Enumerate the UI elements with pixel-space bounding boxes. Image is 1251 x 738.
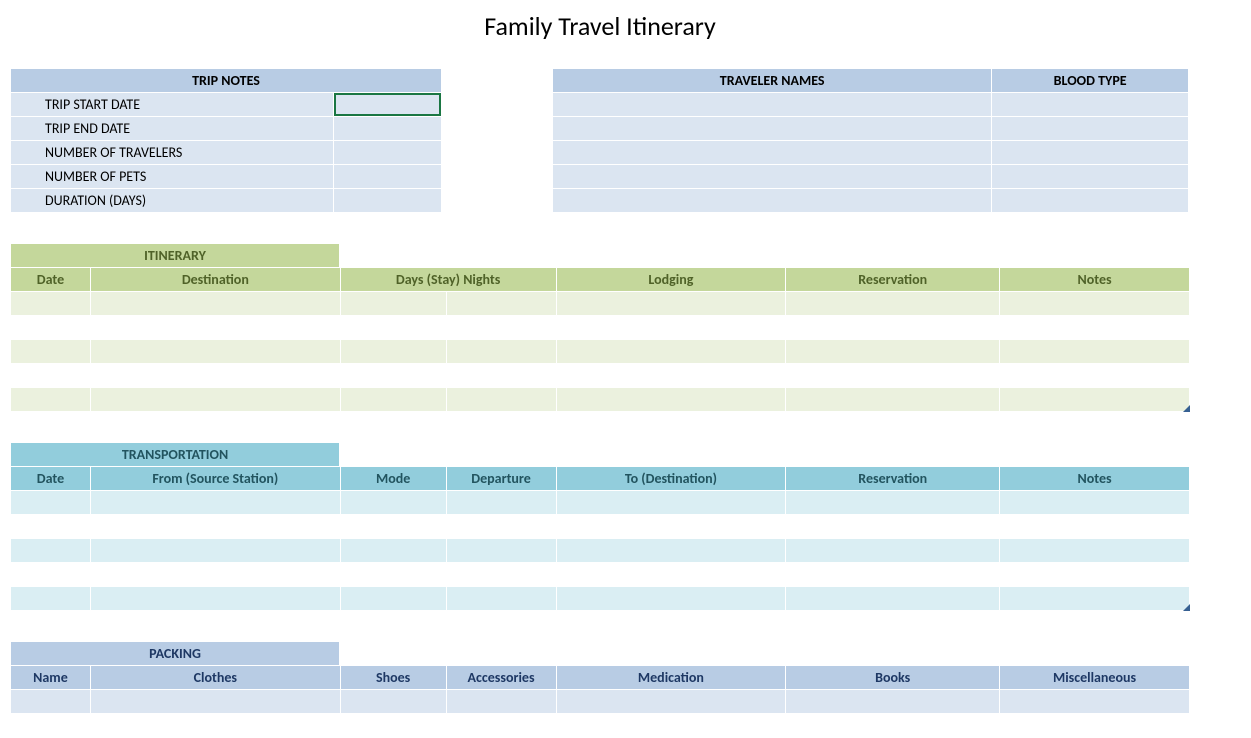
table-row xyxy=(553,189,1189,213)
trip-notes-label[interactable]: DURATION (DAYS) xyxy=(11,189,334,213)
traveler-name-cell[interactable] xyxy=(553,93,992,117)
table-row xyxy=(11,714,1190,738)
col-header: To (Destination) xyxy=(556,467,786,491)
itinerary-section: ITINERARY Date Destination Days (Stay) N… xyxy=(10,243,1190,412)
table-row: DURATION (DAYS) xyxy=(11,189,442,213)
table-row xyxy=(11,690,1190,714)
traveler-blood-cell[interactable] xyxy=(992,189,1189,213)
table-row xyxy=(11,515,1190,539)
table-row xyxy=(11,491,1190,515)
col-header: Date xyxy=(11,467,91,491)
table-row: NUMBER OF TRAVELERS xyxy=(11,141,442,165)
table-row: TRIP END DATE xyxy=(11,117,442,141)
col-header: Notes xyxy=(1000,467,1190,491)
travelers-table: TRAVELER NAMES BLOOD TYPE xyxy=(552,68,1189,213)
traveler-blood-cell[interactable] xyxy=(992,93,1189,117)
transportation-table: Date From (Source Station) Mode Departur… xyxy=(10,466,1190,611)
col-header: Medication xyxy=(556,666,786,690)
table-row xyxy=(11,364,1190,388)
trip-notes-label[interactable]: TRIP END DATE xyxy=(11,117,334,141)
table-row xyxy=(553,93,1189,117)
itinerary-table: Date Destination Days (Stay) Nights Lodg… xyxy=(10,267,1190,412)
table-row xyxy=(553,117,1189,141)
transportation-section: TRANSPORTATION Date From (Source Station… xyxy=(10,442,1190,611)
packing-table: Name Clothes Shoes Accessories Medicatio… xyxy=(10,665,1190,738)
col-header: Accessories xyxy=(446,666,556,690)
trip-notes-label[interactable]: TRIP START DATE xyxy=(11,93,334,117)
col-header: Shoes xyxy=(340,666,446,690)
col-header: Reservation xyxy=(786,467,1000,491)
traveler-name-cell[interactable] xyxy=(553,189,992,213)
packing-section: PACKING Name Clothes Shoes Accessories M… xyxy=(10,641,1190,738)
table-row xyxy=(11,587,1190,611)
transportation-title: TRANSPORTATION xyxy=(10,442,340,466)
trip-notes-label[interactable]: NUMBER OF TRAVELERS xyxy=(11,141,334,165)
table-row xyxy=(11,539,1190,563)
col-header: Reservation xyxy=(786,268,1000,292)
col-header: Lodging xyxy=(556,268,786,292)
table-row: NUMBER OF PETS xyxy=(11,165,442,189)
trip-notes-value[interactable] xyxy=(334,141,442,165)
table-row xyxy=(553,165,1189,189)
table-row xyxy=(11,563,1190,587)
col-header: Clothes xyxy=(90,666,340,690)
traveler-name-cell[interactable] xyxy=(553,141,992,165)
traveler-blood-cell[interactable] xyxy=(992,117,1189,141)
page-title: Family Travel Itinerary xyxy=(10,10,1190,42)
trip-notes-label[interactable]: NUMBER OF PETS xyxy=(11,165,334,189)
traveler-blood-cell[interactable] xyxy=(992,141,1189,165)
trip-notes-value-selected[interactable] xyxy=(334,93,442,117)
table-row xyxy=(11,292,1190,316)
traveler-name-cell[interactable] xyxy=(553,117,992,141)
col-header: Date xyxy=(11,268,91,292)
travelers-blood-header: BLOOD TYPE xyxy=(992,69,1189,93)
expand-handle-icon[interactable] xyxy=(1183,604,1190,611)
col-header: Days (Stay) Nights xyxy=(340,268,556,292)
traveler-name-cell[interactable] xyxy=(553,165,992,189)
table-row xyxy=(11,388,1190,412)
table-row xyxy=(11,340,1190,364)
table-row: TRIP START DATE xyxy=(11,93,442,117)
col-header: Destination xyxy=(90,268,340,292)
col-header: Books xyxy=(786,666,1000,690)
travelers-name-header: TRAVELER NAMES xyxy=(553,69,992,93)
traveler-blood-cell[interactable] xyxy=(992,165,1189,189)
col-header: From (Source Station) xyxy=(90,467,340,491)
table-row xyxy=(11,316,1190,340)
expand-handle-icon[interactable] xyxy=(1183,405,1190,412)
itinerary-title: ITINERARY xyxy=(10,243,340,267)
trip-notes-table: TRIP NOTES TRIP START DATE TRIP END DATE… xyxy=(10,68,442,213)
trip-notes-value[interactable] xyxy=(334,165,442,189)
col-header: Mode xyxy=(340,467,446,491)
col-header: Name xyxy=(11,666,91,690)
trip-notes-value[interactable] xyxy=(334,117,442,141)
col-header: Departure xyxy=(446,467,556,491)
packing-title: PACKING xyxy=(10,641,340,665)
top-row: TRIP NOTES TRIP START DATE TRIP END DATE… xyxy=(10,68,1251,213)
trip-notes-value[interactable] xyxy=(334,189,442,213)
trip-notes-header: TRIP NOTES xyxy=(11,69,442,93)
table-row xyxy=(553,141,1189,165)
col-header: Notes xyxy=(1000,268,1190,292)
col-header: Miscellaneous xyxy=(1000,666,1190,690)
